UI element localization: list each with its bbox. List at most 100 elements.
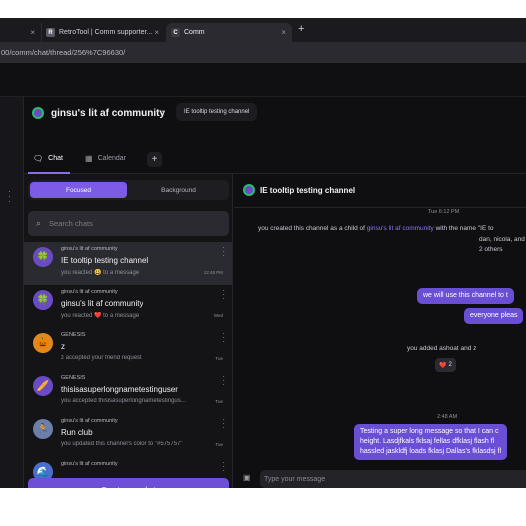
- browser-tab-retrotool[interactable]: R RetroTool | Comm supporter... ×: [41, 23, 165, 42]
- close-icon[interactable]: ×: [30, 28, 35, 37]
- chat-time: Wed: [213, 313, 223, 318]
- heart-icon: ❤️: [439, 362, 447, 369]
- chat-preview: you reacted ❤️ to a message: [61, 313, 140, 319]
- system-message-text: you created this channel as a child of: [258, 225, 367, 232]
- more-vertical-icon[interactable]: · · ·: [222, 373, 225, 389]
- message-bubble[interactable]: everyone pleas: [464, 308, 524, 324]
- new-tab-button[interactable]: +: [298, 23, 304, 35]
- tab-calendar-label: Calendar: [97, 155, 126, 162]
- more-vertical-icon[interactable]: · · ·: [222, 287, 225, 303]
- chat-source: ginsu's lit af community: [61, 246, 118, 252]
- channel-avatar: [243, 184, 255, 196]
- chat-time: Tue: [215, 356, 223, 361]
- list-item[interactable]: 🥖 GENESIS thisisasuperlongnametestinguse…: [24, 371, 232, 414]
- system-message: you created this channel as a child of g…: [258, 224, 494, 234]
- chat-source: ginsu's lit af community: [61, 461, 118, 467]
- tab-chat[interactable]: 🗨 Chat: [33, 154, 63, 163]
- thread-pane: IE tooltip testing channel Tue 6:12 PM y…: [234, 174, 526, 488]
- focus-toggle: Focused Background: [28, 180, 229, 200]
- chevron-right-icon[interactable]: ›: [161, 107, 164, 118]
- thread-title: IE tooltip testing channel: [260, 186, 356, 195]
- kebab-menu-icon[interactable]: · · ·: [8, 187, 11, 206]
- thread-header: IE tooltip testing channel: [234, 174, 526, 208]
- chat-source: GENESIS: [61, 375, 86, 381]
- chat-preview: you updated this channel's color to "#57…: [61, 441, 183, 447]
- avatar: 🍀: [33, 290, 53, 310]
- system-message-line: dan, nicola, and 2 others: [479, 236, 525, 253]
- address-bar[interactable]: 00/comm/chat/thread/256%7C96630/: [0, 42, 526, 63]
- close-icon[interactable]: ×: [154, 28, 159, 37]
- chat-bubble-icon: 🗨: [33, 154, 44, 163]
- community-link[interactable]: ginsu's lit af community: [367, 225, 434, 232]
- avatar: 🍀: [33, 247, 53, 267]
- chat-title: z: [61, 342, 65, 351]
- current-channel-chip[interactable]: IE tooltip testing channel: [176, 103, 258, 121]
- system-message: you added ashoat and z: [407, 345, 477, 352]
- add-tab-button[interactable]: +: [147, 152, 162, 167]
- timestamp: Tue 6:12 PM: [428, 209, 460, 215]
- message-input[interactable]: [260, 470, 526, 488]
- browser-tab-bar: × R RetroTool | Comm supporter... × C Co…: [0, 18, 526, 42]
- close-icon[interactable]: ×: [281, 28, 286, 37]
- tab-chat-label: Chat: [48, 155, 63, 162]
- chat-title: thisisasuperlongnametestinguser: [61, 385, 178, 394]
- search-box: ⌕: [28, 211, 229, 236]
- toggle-focused[interactable]: Focused: [30, 182, 127, 198]
- reaction-chip[interactable]: ❤️ 2: [435, 358, 456, 372]
- chat-source: ginsu's lit af community: [61, 418, 118, 424]
- chat-source: ginsu's lit af community: [61, 289, 118, 295]
- message-bubble[interactable]: we will use this channel to t: [417, 288, 514, 304]
- community-nav-tabs: 🗨 Chat ▦ Calendar +: [24, 147, 526, 174]
- list-item[interactable]: 🏃 ginsu's lit af community Run club you …: [24, 414, 232, 457]
- comm-favicon-icon: C: [171, 28, 180, 37]
- left-rail: · · ·: [0, 97, 24, 488]
- list-item[interactable]: 🎃 GENESIS z z accepted your friend reque…: [24, 328, 232, 371]
- browser-tab-1[interactable]: ×: [0, 23, 41, 42]
- list-item[interactable]: 🍀 ginsu's lit af community ginsu's lit a…: [24, 285, 232, 328]
- toggle-background[interactable]: Background: [130, 182, 227, 198]
- system-message-text: with the name "IE to: [433, 225, 494, 232]
- app-header: [0, 63, 526, 97]
- search-input[interactable]: [49, 219, 200, 228]
- chat-title: Run club: [61, 428, 93, 437]
- chat-source: GENESIS: [61, 332, 86, 338]
- more-vertical-icon[interactable]: · · ·: [222, 459, 225, 475]
- community-header: ginsu's lit af community › IE tooltip te…: [24, 97, 526, 145]
- list-item[interactable]: 🍀 ginsu's lit af community IE tooltip te…: [24, 242, 232, 285]
- message-line: height. Lasdjfkals fklsaj fellas dfklasj…: [360, 438, 495, 445]
- create-new-chat-button[interactable]: Create new chat: [28, 478, 229, 488]
- chat-title: ginsu's lit af community: [61, 299, 144, 308]
- avatar: 🥖: [33, 376, 53, 396]
- message-line: hassled jaskldfj loads fklasj Dallas's f…: [360, 448, 502, 455]
- retrotool-favicon-icon: R: [46, 28, 55, 37]
- chat-list: 🍀 ginsu's lit af community IE tooltip te…: [24, 242, 232, 488]
- browser-tab-retrotool-label: RetroTool | Comm supporter...: [59, 29, 153, 36]
- chat-preview: you reacted 😃 to a message: [61, 270, 140, 276]
- community-avatar[interactable]: [32, 107, 44, 119]
- avatar: 🎃: [33, 333, 53, 353]
- more-vertical-icon[interactable]: · · ·: [222, 416, 225, 432]
- message-bubble[interactable]: Testing a super long message so that I c…: [354, 424, 508, 460]
- calendar-icon: ▦: [85, 154, 93, 163]
- timestamp: 2:48 AM: [437, 414, 458, 420]
- community-name[interactable]: ginsu's lit af community: [51, 108, 165, 119]
- chat-title: IE tooltip testing channel: [61, 256, 149, 265]
- more-vertical-icon[interactable]: · · ·: [222, 330, 225, 346]
- chat-time: Tue: [215, 442, 223, 447]
- browser-tab-comm[interactable]: C Comm ×: [166, 23, 292, 42]
- reaction-count: 2: [448, 362, 452, 368]
- chat-preview: you accepted thisisasuperlongnametesting…: [61, 398, 186, 404]
- message-composer: ▣: [234, 470, 526, 488]
- chat-preview: z accepted your friend request: [61, 355, 142, 361]
- search-icon: ⌕: [36, 218, 42, 228]
- tab-calendar[interactable]: ▦ Calendar: [85, 154, 126, 163]
- avatar: 🏃: [33, 419, 53, 439]
- chat-time: Tue: [215, 399, 223, 404]
- app-window: × R RetroTool | Comm supporter... × C Co…: [0, 18, 526, 488]
- chat-list-sidebar: Focused Background ⌕ 🍀 ginsu's lit af co…: [24, 174, 233, 488]
- browser-tab-comm-label: Comm: [184, 29, 205, 36]
- chat-time: 12:48 PM: [203, 270, 223, 275]
- image-attach-icon[interactable]: ▣: [243, 473, 251, 482]
- message-line: Testing a super long message so that I c…: [360, 428, 499, 435]
- more-vertical-icon[interactable]: · · ·: [222, 244, 225, 260]
